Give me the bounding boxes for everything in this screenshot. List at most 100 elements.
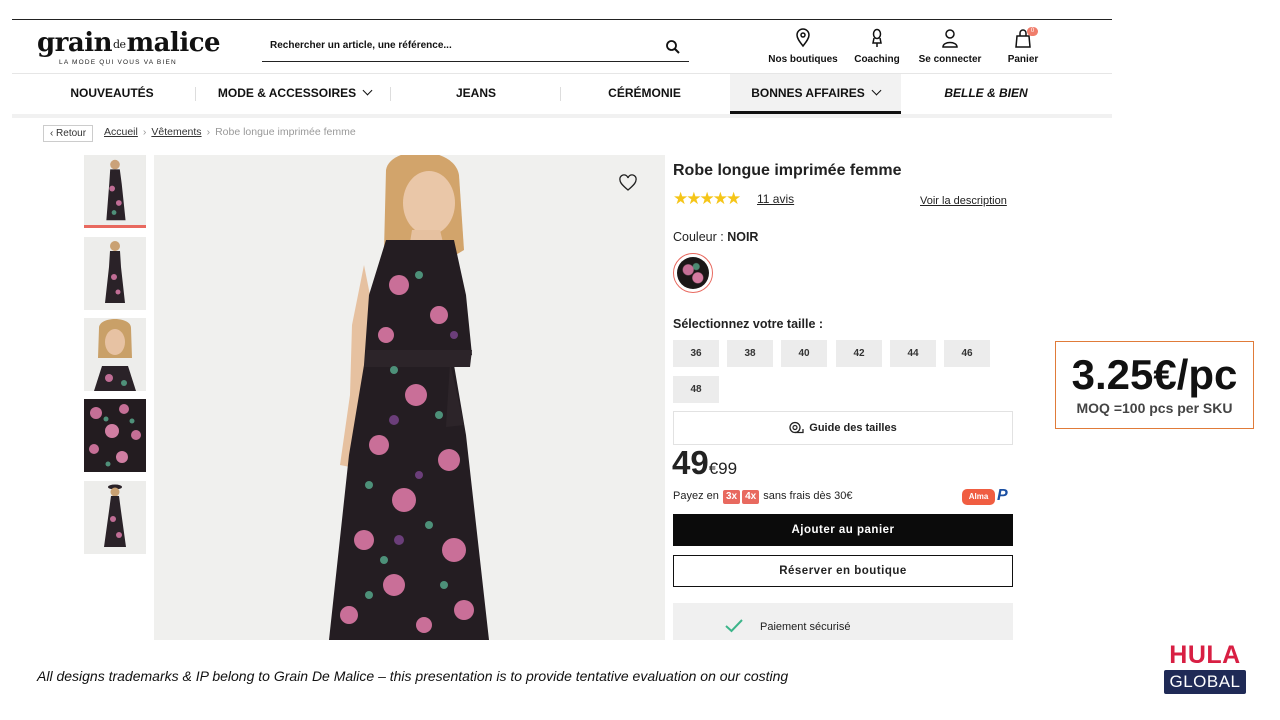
size-button-44[interactable]: 44 xyxy=(890,340,936,367)
search-icon[interactable] xyxy=(665,39,681,55)
size-button-46[interactable]: 46 xyxy=(944,340,990,367)
coaching-icon xyxy=(872,28,882,47)
unit-price: 3.25€/pc xyxy=(1071,351,1238,398)
installment-suffix: sans frais dès 30€ xyxy=(763,490,853,502)
price-euros: 49 xyxy=(672,444,709,481)
thumbnail-4[interactable] xyxy=(84,399,146,472)
size-button-40[interactable]: 40 xyxy=(781,340,827,367)
logo-tagline: LA MODE QUI VOUS VA BIEN xyxy=(59,59,177,66)
breadcrumb-accueil[interactable]: Accueil xyxy=(104,126,138,138)
color-swatch-noir[interactable] xyxy=(673,253,713,293)
voir-description-link[interactable]: Voir la description xyxy=(920,195,1007,207)
moq-text: MOQ =100 pcs per SKU xyxy=(1076,400,1233,416)
nav-mode-accessoires[interactable]: MODE & ACCESSOIRES xyxy=(207,74,382,113)
logo-word-grain: grain xyxy=(37,28,113,58)
nav-bonnes-affaires[interactable]: BONNES AFFAIRES xyxy=(730,74,901,114)
breadcrumb-vetements[interactable]: Vêtements xyxy=(151,126,201,138)
nav-bonnes-affaires-label: BONNES AFFAIRES xyxy=(751,86,865,100)
nav-belle-bien[interactable]: BELLE & BIEN xyxy=(912,74,1060,113)
location-pin-icon xyxy=(796,28,810,48)
secure-payment-text: Paiement sécurisé xyxy=(760,621,851,633)
secure-payment-panel: Paiement sécurisé xyxy=(673,603,1013,640)
user-icon xyxy=(942,29,958,48)
swatch-pattern xyxy=(677,257,709,289)
fabric-detail-thumbnail-image xyxy=(84,399,146,472)
breadcrumb-separator: › xyxy=(206,126,211,138)
size-button-42[interactable]: 42 xyxy=(836,340,882,367)
installment-info: Payez en 3x 4x sans frais dès 30€ xyxy=(673,490,853,504)
back-button[interactable]: ‹ Retour xyxy=(43,125,93,142)
reviews-link[interactable]: 11 avis xyxy=(757,192,794,206)
hula-global-logo: HULA GLOBAL xyxy=(1164,641,1246,694)
breadcrumb-current: Robe longue imprimée femme xyxy=(215,126,356,138)
paypal-icon: P xyxy=(997,487,1008,504)
hula-logo-top: HULA xyxy=(1169,641,1241,669)
search-bar[interactable]: Rechercher un article, une référence... xyxy=(262,35,689,62)
panier-link[interactable]: 0 Panier xyxy=(983,27,1063,65)
cart-count-badge: 0 xyxy=(1027,27,1038,36)
nos-boutiques-label: Nos boutiques xyxy=(768,54,838,65)
check-icon xyxy=(725,619,743,633)
se-connecter-link[interactable]: Se connecter xyxy=(910,28,990,65)
chevron-down-icon xyxy=(362,85,373,96)
thumbnail-2[interactable] xyxy=(84,237,146,310)
favorite-heart-icon[interactable] xyxy=(618,173,638,193)
website-screenshot: graindemalice LA MODE QUI VOUS VA BIEN R… xyxy=(12,0,1112,640)
thumbnail-3[interactable] xyxy=(84,318,146,391)
nav-divider xyxy=(195,87,196,101)
portrait-thumbnail-image xyxy=(84,318,146,391)
nav-mode-accessoires-label: MODE & ACCESSOIRES xyxy=(217,86,357,100)
installment-3x-badge: 3x xyxy=(722,490,741,504)
hula-logo-bottom: GLOBAL xyxy=(1164,670,1246,694)
chevron-down-icon xyxy=(871,85,882,96)
nav-jeans[interactable]: JEANS xyxy=(412,74,540,113)
costing-price-box: 3.25€/pc MOQ =100 pcs per SKU xyxy=(1055,341,1254,429)
logo-word-de: de xyxy=(113,38,126,51)
color-value: NOIR xyxy=(727,230,759,244)
logo[interactable]: graindemalice LA MODE QUI VOUS VA BIEN xyxy=(37,28,221,66)
product-price: 49€99 xyxy=(672,444,737,482)
coaching-link[interactable]: Coaching xyxy=(837,28,917,65)
nos-boutiques-link[interactable]: Nos boutiques xyxy=(763,28,843,65)
model-in-dress-illustration xyxy=(154,155,665,640)
main-nav: NOUVEAUTÉS MODE & ACCESSOIRES JEANS CÉRÉ… xyxy=(12,74,1112,114)
add-to-cart-button[interactable]: Ajouter au panier xyxy=(673,514,1013,546)
nav-ceremonie[interactable]: CÉRÉMONIE xyxy=(572,74,717,113)
search-input[interactable]: Rechercher un article, une référence... xyxy=(270,40,452,51)
top-border xyxy=(12,19,1112,20)
product-main-image xyxy=(154,155,665,640)
dress-thumbnail-image xyxy=(85,155,145,225)
dress-back-thumbnail-image xyxy=(84,237,146,310)
breadcrumb: Accueil › Vêtements › Robe longue imprimée f… xyxy=(104,126,356,138)
se-connecter-label: Se connecter xyxy=(918,54,982,65)
nav-nouveautes-label: NOUVEAUTÉS xyxy=(70,86,154,100)
color-label-text: Couleur : xyxy=(673,230,728,244)
installment-4x-badge: 4x xyxy=(742,490,760,504)
size-title: Sélectionnez votre taille : xyxy=(673,317,824,331)
color-label: Couleur : NOIR xyxy=(673,230,758,244)
tape-measure-icon xyxy=(789,421,804,434)
size-button-48[interactable]: 48 xyxy=(673,376,719,403)
alma-logo: Alma xyxy=(962,489,995,505)
reserve-in-store-button[interactable]: Réserver en boutique xyxy=(673,555,1013,587)
nav-nouveautes[interactable]: NOUVEAUTÉS xyxy=(42,74,182,113)
product-title: Robe longue imprimée femme xyxy=(673,162,902,179)
nav-belle-bien-label: BELLE & BIEN xyxy=(944,86,1028,100)
price-cents: €99 xyxy=(708,459,738,478)
nav-jeans-label: JEANS xyxy=(455,86,496,100)
size-button-36[interactable]: 36 xyxy=(673,340,719,367)
rating-stars: ★★★★★ xyxy=(673,189,741,208)
logo-word-malice: malice xyxy=(126,28,221,58)
nav-divider xyxy=(560,87,561,101)
nav-divider xyxy=(390,87,391,101)
thumbnail-1[interactable] xyxy=(84,155,146,228)
nav-bottom-bar xyxy=(12,114,1112,118)
nav-ceremonie-label: CÉRÉMONIE xyxy=(608,86,681,100)
size-button-38[interactable]: 38 xyxy=(727,340,773,367)
thumbnail-5[interactable] xyxy=(84,481,146,554)
dress-hat-thumbnail-image xyxy=(84,481,146,554)
disclaimer-text: All designs trademarks & IP belong to Gr… xyxy=(37,668,789,684)
coaching-label: Coaching xyxy=(854,54,900,65)
breadcrumb-separator: › xyxy=(142,126,147,138)
size-guide-button[interactable]: Guide des tailles xyxy=(673,411,1013,445)
